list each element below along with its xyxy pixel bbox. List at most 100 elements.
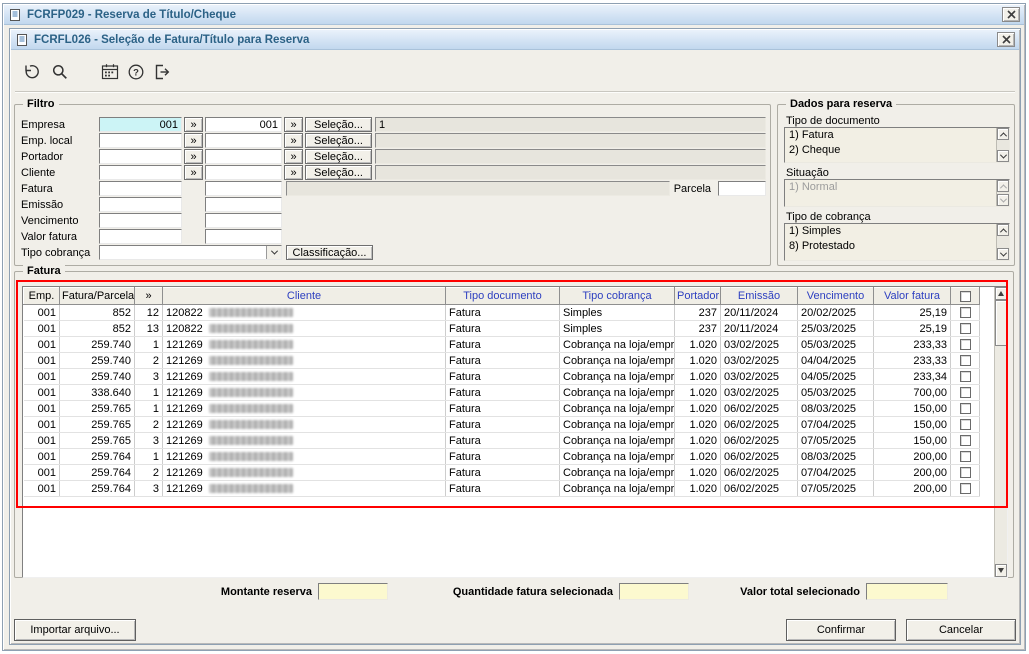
- column-header[interactable]: Fatura/Parcela: [59, 287, 135, 305]
- cell-portador[interactable]: 1.020: [674, 336, 721, 353]
- cell-fatura[interactable]: 338.640: [59, 384, 135, 401]
- selecao-button[interactable]: Seleção...: [305, 165, 372, 180]
- range-to-input[interactable]: [205, 149, 282, 164]
- fatura-to-input[interactable]: [205, 181, 282, 196]
- cell-valor[interactable]: 25,19: [873, 320, 951, 337]
- list-item[interactable]: 1) Fatura: [785, 128, 996, 143]
- row-checkbox[interactable]: [959, 419, 971, 431]
- range-from-input[interactable]: [99, 149, 182, 164]
- table-row[interactable]: 001 259.764 2 121269 Fatura Cobrança na loja/…: [23, 464, 980, 481]
- column-header[interactable]: Tipo cobrança: [559, 287, 675, 305]
- cell-emissao[interactable]: 03/02/2025: [720, 336, 798, 353]
- cell-fatura[interactable]: 259.765: [59, 432, 135, 449]
- table-row[interactable]: 001 852 12 120822 Fatura Simples 237 20/11/2024…: [23, 304, 980, 321]
- cell-portador[interactable]: 1.020: [674, 368, 721, 385]
- cell-fatura[interactable]: 259.740: [59, 352, 135, 369]
- cell-portador[interactable]: 1.020: [674, 448, 721, 465]
- range-to-input[interactable]: [205, 117, 282, 132]
- cell-parcela[interactable]: 1: [134, 336, 163, 353]
- cell-vencimento[interactable]: 05/03/2025: [797, 384, 874, 401]
- cell-tipo-documento[interactable]: Fatura: [445, 304, 560, 321]
- cell-portador[interactable]: 237: [674, 304, 721, 321]
- zoom-button[interactable]: »: [184, 149, 203, 164]
- cell-emissao[interactable]: 06/02/2025: [720, 464, 798, 481]
- list-item[interactable]: 8) Protestado: [785, 239, 996, 254]
- cell-valor[interactable]: 233,33: [873, 336, 951, 353]
- zoom-button[interactable]: »: [284, 117, 303, 132]
- cell-valor[interactable]: 700,00: [873, 384, 951, 401]
- search-button[interactable]: [48, 60, 72, 84]
- list-scrollbar[interactable]: [996, 224, 1009, 260]
- table-row[interactable]: 001 259.740 3 121269 Fatura Cobrança na loja/…: [23, 368, 980, 385]
- quantidade-selecionada-input[interactable]: [619, 583, 689, 600]
- cell-emissao[interactable]: 06/02/2025: [720, 416, 798, 433]
- zoom-button[interactable]: »: [184, 117, 203, 132]
- cell-fatura[interactable]: 852: [59, 304, 135, 321]
- table-row[interactable]: 001 259.740 1 121269 Fatura Cobrança na loja/…: [23, 336, 980, 353]
- cell-emissao[interactable]: 06/02/2025: [720, 432, 798, 449]
- table-row[interactable]: 001 852 13 120822 Fatura Simples 237 20/11/2024…: [23, 320, 980, 337]
- column-header[interactable]: Cliente: [162, 287, 446, 305]
- cell-portador[interactable]: 237: [674, 320, 721, 337]
- cell-emissao[interactable]: 03/02/2025: [720, 368, 798, 385]
- column-header[interactable]: Vencimento: [797, 287, 874, 305]
- cell-tipo-cobranca[interactable]: Simples: [559, 320, 675, 337]
- outer-close-button[interactable]: [1002, 7, 1020, 22]
- cell-checkbox[interactable]: [950, 464, 980, 481]
- column-header[interactable]: Emissão: [720, 287, 798, 305]
- cell-tipo-cobranca[interactable]: Simples: [559, 304, 675, 321]
- help-button[interactable]: ?: [124, 60, 148, 84]
- cell-emp[interactable]: 001: [23, 416, 60, 433]
- fatura-browse-area[interactable]: Emp. Fatura/Parcela» Cliente Tipo documento…: [22, 286, 1008, 578]
- cell-portador[interactable]: 1.020: [674, 480, 721, 497]
- cell-valor[interactable]: 150,00: [873, 432, 951, 449]
- range-to-input[interactable]: [205, 133, 282, 148]
- select-all-header[interactable]: [950, 287, 980, 305]
- cell-checkbox[interactable]: [950, 304, 980, 321]
- row-checkbox[interactable]: [959, 307, 971, 319]
- selecao-button[interactable]: Seleção...: [305, 149, 372, 164]
- cell-parcela[interactable]: 13: [134, 320, 163, 337]
- confirmar-button[interactable]: Confirmar: [786, 619, 896, 641]
- cell-valor[interactable]: 233,34: [873, 368, 951, 385]
- cell-portador[interactable]: 1.020: [674, 416, 721, 433]
- cell-vencimento[interactable]: 07/05/2025: [797, 432, 874, 449]
- row-checkbox[interactable]: [959, 467, 971, 479]
- cell-portador[interactable]: 1.020: [674, 384, 721, 401]
- cell-valor[interactable]: 233,33: [873, 352, 951, 369]
- range-to-input[interactable]: [205, 213, 282, 228]
- row-checkbox[interactable]: [959, 483, 971, 495]
- cell-emissao[interactable]: 20/11/2024: [720, 304, 798, 321]
- cell-vencimento[interactable]: 04/04/2025: [797, 352, 874, 369]
- row-checkbox[interactable]: [959, 355, 971, 367]
- tipo-cobranca-combobox[interactable]: [99, 245, 282, 260]
- cell-cliente[interactable]: 121269: [162, 400, 446, 417]
- calendar-button[interactable]: [98, 60, 122, 84]
- cell-portador[interactable]: 1.020: [674, 352, 721, 369]
- classificacao-button[interactable]: Classificação...: [286, 245, 373, 260]
- cell-valor[interactable]: 25,19: [873, 304, 951, 321]
- cell-cliente[interactable]: 121269: [162, 432, 446, 449]
- cell-emp[interactable]: 001: [23, 400, 60, 417]
- list-scrollbar[interactable]: [996, 128, 1009, 162]
- cell-checkbox[interactable]: [950, 320, 980, 337]
- cell-cliente[interactable]: 120822: [162, 320, 446, 337]
- cell-fatura[interactable]: 852: [59, 320, 135, 337]
- cell-tipo-cobranca[interactable]: Cobrança na loja/empre: [559, 432, 675, 449]
- cell-checkbox[interactable]: [950, 384, 980, 401]
- row-checkbox[interactable]: [959, 387, 971, 399]
- cell-fatura[interactable]: 259.764: [59, 464, 135, 481]
- cell-emissao[interactable]: 06/02/2025: [720, 400, 798, 417]
- cell-checkbox[interactable]: [950, 336, 980, 353]
- column-header[interactable]: Tipo documento: [445, 287, 560, 305]
- cell-fatura[interactable]: 259.764: [59, 480, 135, 497]
- cell-fatura[interactable]: 259.740: [59, 336, 135, 353]
- column-header[interactable]: Portador: [674, 287, 721, 305]
- cell-valor[interactable]: 200,00: [873, 480, 951, 497]
- range-from-input[interactable]: [99, 165, 182, 180]
- option-list[interactable]: 1) Fatura 2) Cheque: [784, 127, 1010, 163]
- cell-emp[interactable]: 001: [23, 448, 60, 465]
- cell-parcela[interactable]: 2: [134, 352, 163, 369]
- scroll-down-button[interactable]: [997, 248, 1009, 260]
- table-row[interactable]: 001 259.740 2 121269 Fatura Cobrança na loja/…: [23, 352, 980, 369]
